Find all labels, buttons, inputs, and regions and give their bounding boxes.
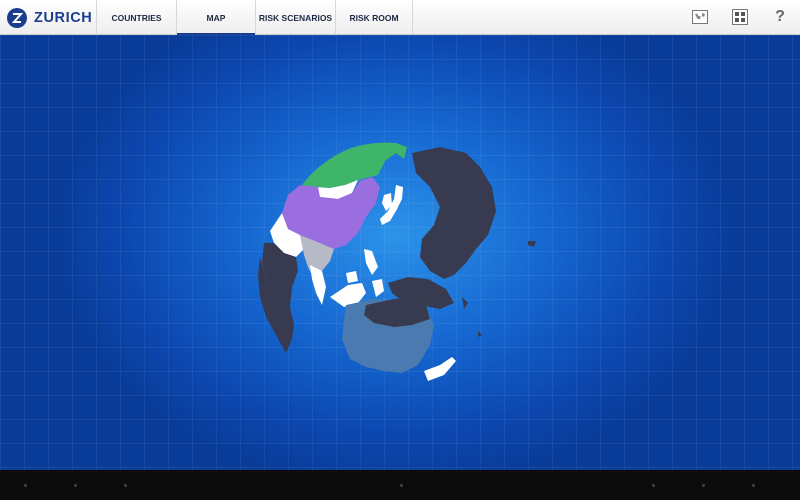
- grid-icon[interactable]: [732, 9, 748, 25]
- region-russia[interactable]: [302, 142, 407, 188]
- world-map-icon[interactable]: [692, 9, 708, 25]
- tab-risk-room[interactable]: RISK ROOM: [335, 0, 413, 35]
- nav-dot: [74, 484, 77, 487]
- help-button[interactable]: ?: [773, 7, 787, 25]
- top-header-bar: ZURICH COUNTRIES MAP RISK SCENARIOS RISK…: [0, 0, 800, 36]
- nav-dot: [24, 484, 27, 487]
- tab-map[interactable]: MAP: [176, 0, 255, 36]
- region-thailand[interactable]: [310, 265, 326, 305]
- region-north-america[interactable]: [412, 147, 496, 279]
- zurich-logo[interactable]: ZURICH: [7, 7, 92, 28]
- tab-risk-scenarios[interactable]: RISK SCENARIOS: [255, 0, 335, 35]
- nav-dot: [702, 484, 705, 487]
- nav-dot: [652, 484, 655, 487]
- region-new-zealand[interactable]: [424, 357, 456, 381]
- globe[interactable]: [0, 35, 800, 470]
- map-view[interactable]: [0, 35, 800, 470]
- system-navigation-bar: [0, 470, 800, 500]
- region-pacific-islands[interactable]: [462, 241, 536, 337]
- tab-countries[interactable]: COUNTRIES: [96, 0, 176, 35]
- region-sulawesi[interactable]: [372, 279, 384, 297]
- region-philippines[interactable]: [364, 249, 378, 275]
- zurich-logo-icon: [7, 7, 27, 28]
- nav-dot: [752, 484, 755, 487]
- nav-dot: [400, 484, 403, 487]
- region-indonesia[interactable]: [330, 271, 366, 307]
- brand-name: ZURICH: [34, 9, 93, 26]
- nav-dot: [124, 484, 127, 487]
